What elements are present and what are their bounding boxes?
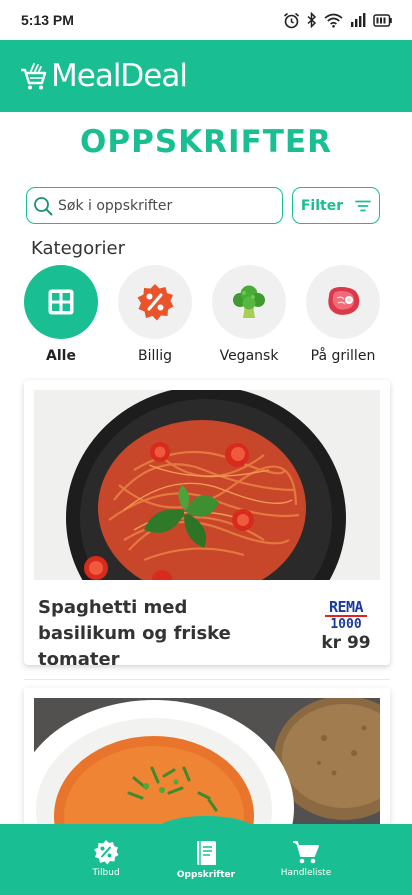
nav-item-handleliste[interactable]: Handleliste bbox=[266, 839, 346, 878]
spaghetti-image bbox=[34, 390, 380, 580]
search-box[interactable] bbox=[26, 187, 283, 224]
filter-label: Filter bbox=[300, 197, 344, 214]
battery-icon bbox=[373, 13, 392, 27]
recipe-title[interactable]: Spaghetti med basilikum og friske tomate… bbox=[38, 595, 288, 665]
brand-logo[interactable]: MealDeal bbox=[19, 58, 188, 94]
category-label: Vegansk bbox=[219, 348, 279, 364]
store-logo: REMA 1000 bbox=[321, 600, 371, 631]
recipe-card[interactable]: Spaghetti med basilikum og friske tomate… bbox=[24, 380, 390, 665]
signal-icon bbox=[351, 13, 366, 27]
category-label: På grillen bbox=[310, 348, 376, 364]
nav-label: Tilbud bbox=[92, 868, 120, 878]
nav-label: Handleliste bbox=[280, 868, 332, 878]
app-header: MealDeal bbox=[0, 40, 412, 112]
bluetooth-icon bbox=[307, 12, 317, 28]
status-time: 5:13 PM bbox=[21, 12, 74, 28]
filter-icon bbox=[355, 200, 372, 211]
nav-label: Oppskrifter bbox=[176, 870, 236, 880]
categories-heading: Kategorier bbox=[31, 238, 125, 259]
alarm-icon bbox=[283, 12, 300, 28]
category-pa-grillen-circle[interactable] bbox=[306, 265, 380, 339]
broccoli-icon bbox=[233, 285, 265, 318]
wifi-icon bbox=[324, 13, 343, 28]
grid-icon bbox=[48, 289, 74, 315]
recipe-book-icon bbox=[197, 841, 216, 865]
category-pa-grillen[interactable]: På grillen bbox=[298, 265, 388, 364]
card-divider bbox=[24, 679, 390, 680]
category-label: Alle bbox=[46, 348, 76, 364]
recipe-image[interactable] bbox=[34, 390, 380, 580]
store-logo-line2: 1000 bbox=[330, 617, 362, 632]
category-label: Billig bbox=[137, 348, 173, 364]
brand-name: MealDeal bbox=[51, 58, 188, 94]
category-billig[interactable]: Billig bbox=[110, 265, 200, 364]
nav-item-tilbud[interactable]: Tilbud bbox=[66, 839, 146, 878]
brand-cart-icon bbox=[21, 63, 47, 90]
search-icon bbox=[34, 196, 53, 215]
recipe-price: kr 99 bbox=[321, 633, 371, 653]
status-icons bbox=[283, 12, 392, 29]
steak-icon bbox=[328, 287, 360, 315]
nav-item-oppskrifter[interactable]: Oppskrifter bbox=[166, 839, 246, 880]
filter-button[interactable]: Filter bbox=[292, 187, 380, 224]
bottom-nav: Tilbud Oppskrifter Handleliste bbox=[0, 824, 412, 895]
discount-badge-icon bbox=[137, 284, 174, 321]
page-title: OPPSKRIFTER bbox=[80, 124, 332, 160]
cart-icon bbox=[293, 841, 319, 864]
category-all-circle[interactable] bbox=[24, 265, 98, 339]
category-vegansk-circle[interactable] bbox=[212, 265, 286, 339]
category-all[interactable]: Alle bbox=[16, 265, 106, 364]
category-list: Alle Billig Vegansk På grillen bbox=[0, 265, 412, 365]
search-input[interactable] bbox=[58, 197, 278, 214]
category-vegansk[interactable]: Vegansk bbox=[204, 265, 294, 364]
discount-badge-icon bbox=[94, 840, 119, 865]
category-billig-circle[interactable] bbox=[118, 265, 192, 339]
store-logo-line1: REMA bbox=[328, 598, 364, 616]
status-bar: 5:13 PM bbox=[0, 0, 412, 40]
